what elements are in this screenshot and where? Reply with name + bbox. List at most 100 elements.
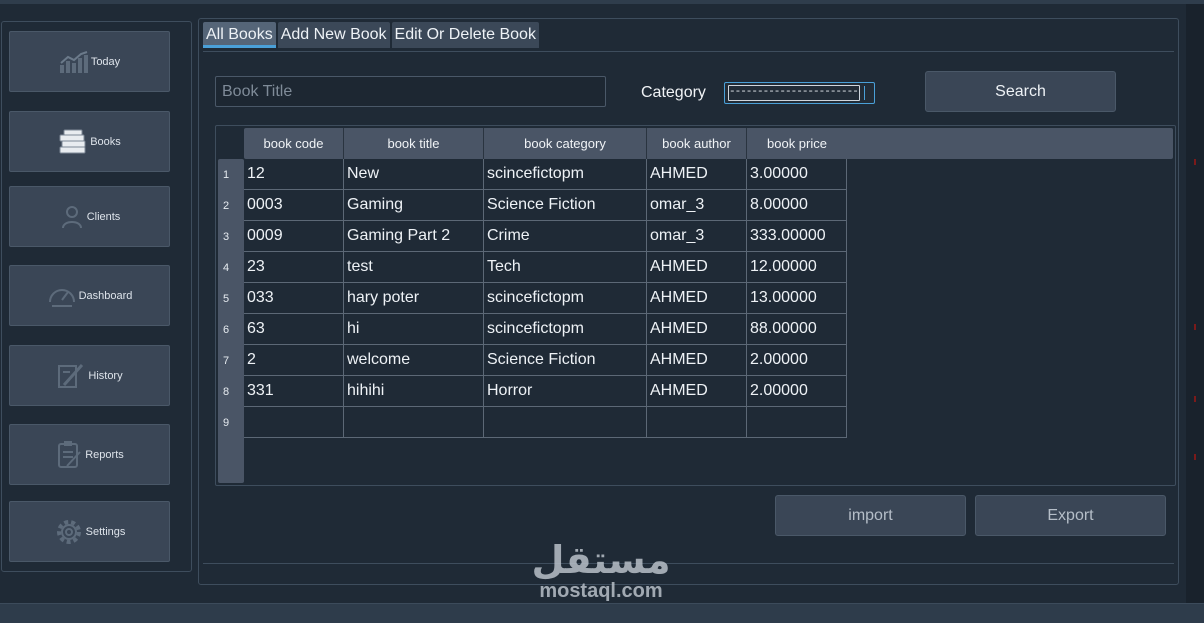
table-cell[interactable]: hihihi <box>344 376 484 407</box>
books-icon <box>58 128 88 156</box>
sidebar-item-label: Books <box>90 135 121 148</box>
window-top-bar <box>0 0 1204 4</box>
category-select[interactable]: ------------------------------ <box>724 82 875 104</box>
gear-icon <box>54 517 84 547</box>
pen-icon <box>56 361 86 391</box>
column-header-book-author[interactable]: book author <box>647 128 747 159</box>
table-cell[interactable]: Tech <box>484 252 647 283</box>
row-number[interactable]: 3 <box>218 221 234 252</box>
sidebar-item-history[interactable]: History <box>9 345 170 406</box>
table-cell[interactable]: hary poter <box>344 283 484 314</box>
row-number[interactable]: 8 <box>218 376 234 407</box>
table-cell[interactable]: AHMED <box>647 345 747 376</box>
panel-divider <box>203 563 1174 564</box>
table-cell[interactable]: Crime <box>484 221 647 252</box>
table-cell[interactable]: test <box>344 252 484 283</box>
table-cell[interactable]: welcome <box>344 345 484 376</box>
table-cell[interactable]: AHMED <box>647 252 747 283</box>
sidebar-item-label: Today <box>90 55 121 68</box>
tab-edit-or-delete-book[interactable]: Edit Or Delete Book <box>391 22 539 48</box>
table-cell[interactable]: 333.00000 <box>747 221 847 252</box>
row-number[interactable]: 1 <box>218 159 234 190</box>
table-cell[interactable]: 12 <box>244 159 344 190</box>
table-cell[interactable]: Gaming Part 2 <box>344 221 484 252</box>
table-cell[interactable]: New <box>344 159 484 190</box>
tab-bar: All Books Add New Book Edit Or Delete Bo… <box>203 22 539 50</box>
sidebar-item-dashboard[interactable]: Dashboard <box>9 265 170 326</box>
table-cell[interactable]: 3.00000 <box>747 159 847 190</box>
gauge-icon <box>47 282 77 310</box>
table-cell[interactable]: scincefictopm <box>484 314 647 345</box>
row-number[interactable]: 9 <box>218 407 234 438</box>
export-button[interactable]: Export <box>975 495 1166 536</box>
row-number[interactable]: 6 <box>218 314 234 345</box>
table-cell[interactable]: omar_3 <box>647 221 747 252</box>
row-number[interactable]: 5 <box>218 283 234 314</box>
table-cell[interactable] <box>244 407 344 438</box>
column-header-book-category[interactable]: book category <box>484 128 647 159</box>
clipboard-icon <box>55 440 83 470</box>
table-cell[interactable]: 2.00000 <box>747 345 847 376</box>
watermark: مستقل mostaql.com <box>528 538 674 602</box>
table-cell[interactable]: 88.00000 <box>747 314 847 345</box>
status-bar <box>0 603 1204 623</box>
tab-add-new-book[interactable]: Add New Book <box>277 22 390 48</box>
table-cell[interactable]: 12.00000 <box>747 252 847 283</box>
table-cell[interactable]: AHMED <box>647 159 747 190</box>
table-cell[interactable]: Science Fiction <box>484 345 647 376</box>
sidebar-item-settings[interactable]: Settings <box>9 501 170 562</box>
table-cell[interactable]: 331 <box>244 376 344 407</box>
sidebar-item-label: Clients <box>86 210 121 223</box>
table-cell[interactable]: 63 <box>244 314 344 345</box>
table-cell[interactable]: 0003 <box>244 190 344 221</box>
table-cell[interactable]: Horror <box>484 376 647 407</box>
table-corner <box>218 128 244 159</box>
category-label: Category <box>641 84 706 101</box>
table-cell[interactable] <box>647 407 747 438</box>
row-number[interactable]: 4 <box>218 252 234 283</box>
column-header-book-price[interactable]: book price <box>747 128 847 159</box>
table-cell[interactable]: 8.00000 <box>747 190 847 221</box>
table-cell[interactable]: 033 <box>244 283 344 314</box>
row-number[interactable]: 7 <box>218 345 234 376</box>
table-cell[interactable]: omar_3 <box>647 190 747 221</box>
table-cell[interactable] <box>344 407 484 438</box>
sidebar-item-label: Dashboard <box>78 289 133 302</box>
table-cell[interactable]: hi <box>344 314 484 345</box>
table-cell[interactable]: AHMED <box>647 376 747 407</box>
sidebar-item-reports[interactable]: Reports <box>9 424 170 485</box>
table-cell[interactable]: scincefictopm <box>484 159 647 190</box>
tab-divider <box>203 51 1174 52</box>
tab-all-books[interactable]: All Books <box>203 22 276 48</box>
sidebar-item-today[interactable]: Today <box>9 31 170 92</box>
row-number[interactable]: 2 <box>218 190 234 221</box>
watermark-arabic: مستقل <box>531 538 671 582</box>
user-icon <box>59 204 85 230</box>
book-title-input[interactable] <box>215 76 606 107</box>
table-cell[interactable]: AHMED <box>647 283 747 314</box>
column-header-book-title[interactable]: book title <box>344 128 484 159</box>
watermark-latin: mostaql.com <box>539 580 663 602</box>
sidebar-item-label: Settings <box>85 525 126 538</box>
table-cell[interactable]: Science Fiction <box>484 190 647 221</box>
column-header-book-code[interactable]: book code <box>244 128 344 159</box>
right-edge-strip <box>1186 4 1204 603</box>
chart-icon <box>59 50 89 73</box>
category-dropdown-indicator <box>864 86 865 100</box>
table-cell[interactable]: 23 <box>244 252 344 283</box>
table-cell[interactable]: 13.00000 <box>747 283 847 314</box>
import-button[interactable]: import <box>775 495 966 536</box>
sidebar-item-books[interactable]: Books <box>9 111 170 172</box>
search-button[interactable]: Search <box>925 71 1116 112</box>
sidebar-item-label: Reports <box>85 448 124 461</box>
table-cell[interactable]: scincefictopm <box>484 283 647 314</box>
table-cell[interactable]: 0009 <box>244 221 344 252</box>
table-cell[interactable] <box>484 407 647 438</box>
table-cell[interactable]: 2 <box>244 345 344 376</box>
table-cell[interactable] <box>747 407 847 438</box>
category-selected-value: ------------------------------ <box>728 85 860 101</box>
table-cell[interactable]: AHMED <box>647 314 747 345</box>
table-cell[interactable]: 2.00000 <box>747 376 847 407</box>
sidebar-item-clients[interactable]: Clients <box>9 186 170 247</box>
table-cell[interactable]: Gaming <box>344 190 484 221</box>
